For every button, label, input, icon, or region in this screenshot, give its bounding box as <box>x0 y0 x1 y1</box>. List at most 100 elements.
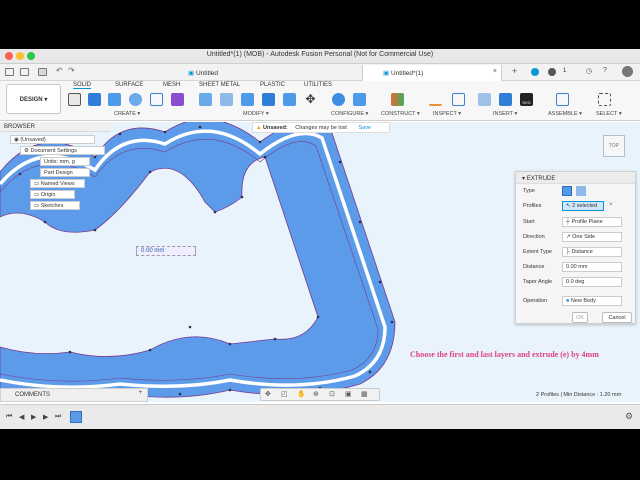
taper-angle-field[interactable]: 0.0 deg <box>562 277 622 287</box>
revolve-icon[interactable] <box>129 93 142 106</box>
group-create[interactable]: CREATE ▾ <box>114 111 140 117</box>
tab-utilities[interactable]: UTILITIES <box>304 82 332 88</box>
browser-item-units[interactable]: Units: mm, g <box>40 157 90 166</box>
extent-dropdown[interactable]: ├ Distance <box>562 247 622 257</box>
extrude-dialog: ▾ EXTRUDE Type Profiles ↖ 2 selected × S… <box>515 171 636 324</box>
look-at-icon[interactable]: ◰ <box>281 390 288 398</box>
timeline-sketch-icon[interactable] <box>70 411 82 423</box>
extrude-header: ▾ EXTRUDE <box>516 172 635 184</box>
browser-item-sketches[interactable]: ▭ Sketches <box>30 201 80 210</box>
pan-icon[interactable]: ✋ <box>297 390 306 398</box>
insert-mesh-icon[interactable] <box>478 93 491 106</box>
offset-plane-icon[interactable] <box>391 93 404 106</box>
save-icon[interactable] <box>38 68 47 76</box>
group-label: CREATE <box>114 111 136 117</box>
joint-icon[interactable] <box>556 93 569 106</box>
shell-icon[interactable] <box>262 93 275 106</box>
avatar[interactable] <box>622 66 633 77</box>
clear-selection-icon[interactable]: × <box>609 202 613 208</box>
measure-icon[interactable] <box>429 93 442 106</box>
start-dropdown[interactable]: ┼ Profile Plane <box>562 217 622 227</box>
tab-sheet-metal[interactable]: SHEET METAL <box>199 82 240 88</box>
type-thin-icon[interactable] <box>576 186 586 196</box>
workspace-label: DESIGN <box>19 97 43 103</box>
browser-item-part-design[interactable]: Part Design <box>40 168 90 177</box>
app-grid-icon[interactable] <box>5 68 14 76</box>
group-select[interactable]: SELECT ▾ <box>596 111 622 117</box>
notification-count[interactable]: 1 <box>563 68 566 74</box>
view-cube[interactable]: TOP <box>603 135 625 157</box>
create-sketch-icon[interactable] <box>88 93 101 106</box>
group-label: SELECT <box>596 111 618 117</box>
display-settings-icon[interactable]: ▣ <box>345 390 352 398</box>
browser-item-document-settings[interactable]: ⚙ Document Settings <box>20 146 105 155</box>
tab-solid[interactable]: SOLID <box>73 82 92 89</box>
orbit-icon[interactable]: ✥ <box>265 390 271 398</box>
go-to-end-icon[interactable]: ⏭ <box>55 413 61 421</box>
direction-label: Direction <box>523 234 545 240</box>
type-solid-icon[interactable] <box>562 186 572 196</box>
comments-bar[interactable]: COMMENTS + <box>0 388 148 402</box>
ok-button[interactable]: OK <box>572 312 588 323</box>
new-component-icon[interactable] <box>68 93 81 106</box>
select-icon[interactable] <box>598 93 611 106</box>
insert-svg-icon[interactable]: SVG <box>520 93 533 106</box>
tab-surface[interactable]: SURFACE <box>115 82 143 88</box>
add-comment-icon[interactable]: + <box>138 390 142 396</box>
step-back-icon[interactable]: ◀ <box>19 413 24 421</box>
extrude-icon[interactable] <box>108 93 121 106</box>
extensions-icon[interactable] <box>531 68 539 76</box>
distance-field[interactable]: 0.00 mm <box>562 262 622 272</box>
file-icon[interactable] <box>20 68 29 76</box>
step-forward-icon[interactable]: ▶ <box>43 413 48 421</box>
grid-icon[interactable]: ▦ <box>361 390 368 398</box>
item-label: Document Settings <box>30 148 77 154</box>
tab-untitled[interactable]: ▣ Untitled <box>188 65 358 81</box>
operation-dropdown[interactable]: ■ New Body <box>562 296 622 306</box>
group-modify[interactable]: MODIFY ▾ <box>243 111 269 117</box>
distance-input-overlay[interactable]: 0.00 mm <box>136 246 196 256</box>
new-tab-icon[interactable]: + <box>512 66 517 76</box>
redo-icon[interactable]: ↷ <box>68 66 75 75</box>
extent-label: Extent Type <box>523 249 552 255</box>
group-insert[interactable]: INSERT ▾ <box>493 111 517 117</box>
browser-item-origin[interactable]: ▭ Origin <box>30 190 75 199</box>
section-analysis-icon[interactable] <box>452 93 465 106</box>
chamfer-icon[interactable] <box>241 93 254 106</box>
browser-item-named-views[interactable]: ▭ Named Views <box>30 179 85 188</box>
workspace-switcher-button[interactable]: DESIGN ▾ <box>6 84 61 114</box>
insert-derive-icon[interactable] <box>171 93 184 106</box>
insert-canvas-icon[interactable] <box>499 93 512 106</box>
parameters-icon[interactable] <box>332 93 345 106</box>
zoom-icon[interactable]: ⊕ <box>313 390 319 398</box>
direction-dropdown[interactable]: ↗ One Side <box>562 232 622 242</box>
clock-icon[interactable]: ◷ <box>586 67 592 75</box>
configure-table-icon[interactable] <box>353 93 366 106</box>
extent-value: Distance <box>571 249 593 255</box>
tab-untitled-1[interactable]: ▣ Untitled*(1) × <box>362 65 502 81</box>
gear-icon[interactable]: ⚙ <box>625 411 633 422</box>
combine-icon[interactable] <box>283 93 296 106</box>
browser-header[interactable]: BROWSER <box>0 122 110 132</box>
group-inspect[interactable]: INSPECT ▾ <box>433 111 461 117</box>
browser-item-root[interactable]: ◉ (Unsaved) <box>10 135 95 144</box>
fillet-icon[interactable] <box>220 93 233 106</box>
undo-icon[interactable]: ↶ <box>56 66 63 75</box>
group-construct[interactable]: CONSTRUCT ▾ <box>381 111 420 117</box>
group-assemble[interactable]: ASSEMBLE ▾ <box>548 111 582 117</box>
move-copy-icon[interactable]: ✥ <box>304 93 317 106</box>
tab-mesh[interactable]: MESH <box>163 82 180 88</box>
press-pull-icon[interactable] <box>199 93 212 106</box>
play-icon[interactable]: ▶ <box>31 413 36 421</box>
help-icon[interactable]: ? <box>603 67 607 74</box>
close-tab-icon[interactable]: × <box>493 68 497 75</box>
profiles-selector[interactable]: ↖ 2 selected <box>562 201 604 211</box>
fit-icon[interactable]: ⊡ <box>329 390 335 398</box>
save-link[interactable]: Save <box>358 125 371 131</box>
cancel-button[interactable]: Cancel <box>602 312 632 323</box>
job-status-icon[interactable] <box>548 68 556 76</box>
tab-plastic[interactable]: PLASTIC <box>260 82 285 88</box>
go-to-start-icon[interactable]: ⏮ <box>6 413 12 421</box>
group-configure[interactable]: CONFIGURE ▾ <box>331 111 368 117</box>
pattern-icon[interactable] <box>150 93 163 106</box>
